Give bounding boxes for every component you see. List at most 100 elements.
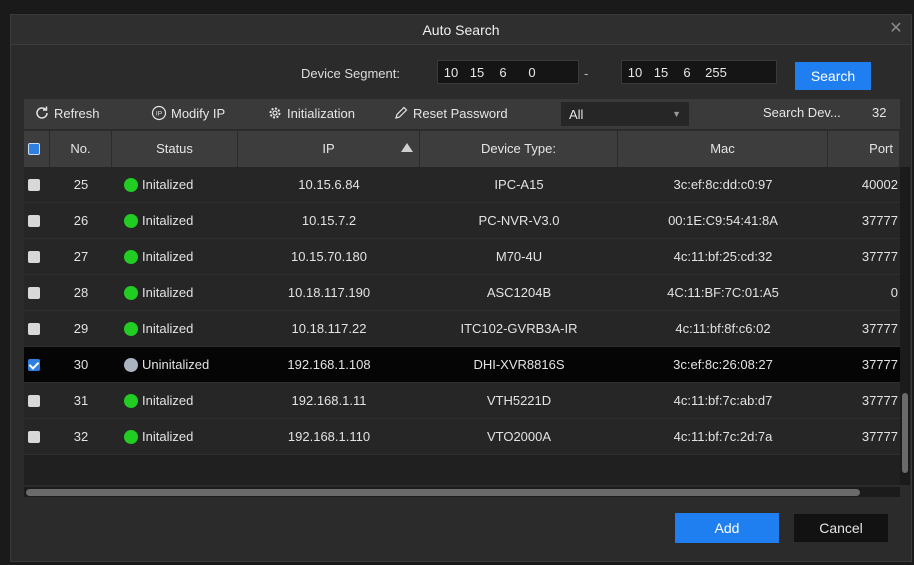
cell-status: Initalized <box>142 285 194 300</box>
cell-device-type: PC-NVR-V3.0 <box>478 213 560 228</box>
end-octet-3[interactable]: 6 <box>674 65 700 80</box>
cell-port: 37777 <box>861 321 898 336</box>
pencil-icon <box>395 106 408 119</box>
device-table: No. Status IP Device Type: Mac Port 25 In… <box>24 131 900 485</box>
row-checkbox[interactable] <box>28 251 40 263</box>
cell-port: 40002 <box>861 177 898 192</box>
refresh-icon <box>36 106 48 119</box>
auto-search-dialog: Auto Search ✕ Device Segment: 10 15 6 0 … <box>10 14 912 562</box>
row-checkbox[interactable] <box>28 359 40 371</box>
cell-status: Initalized <box>142 177 194 192</box>
initialization-button[interactable]: Initialization <box>267 105 355 121</box>
row-checkbox[interactable] <box>28 215 40 227</box>
end-octet-1[interactable]: 10 <box>622 65 648 80</box>
start-octet-2[interactable]: 15 <box>464 65 490 80</box>
device-segment-bar: Device Segment: 10 15 6 0 - 10 15 6 255 … <box>11 46 911 104</box>
row-checkbox[interactable] <box>28 179 40 191</box>
refresh-label: Refresh <box>54 105 100 121</box>
cell-ip: 10.15.6.84 <box>298 177 360 192</box>
row-checkbox[interactable] <box>28 395 40 407</box>
cell-device-type: DHI-XVR8816S <box>473 357 565 372</box>
table-row[interactable]: 29 Initalized 10.18.117.22 ITC102-GVRB3A-IR… <box>24 311 900 347</box>
reset-password-label: Reset Password <box>413 105 508 121</box>
table-row[interactable]: 30 Uninitalized 192.168.1.108 DHI-XVR8816S 3… <box>24 347 900 383</box>
segment-start-ip-input[interactable]: 10 15 6 0 <box>437 60 579 84</box>
segment-separator: - <box>584 66 589 81</box>
horizontal-scrollbar-thumb[interactable] <box>26 489 860 496</box>
vertical-scrollbar-thumb[interactable] <box>902 393 908 473</box>
column-header-mac[interactable]: Mac <box>618 131 828 167</box>
column-header-device-type[interactable]: Device Type: <box>420 131 618 167</box>
segment-end-ip-input[interactable]: 10 15 6 255 <box>621 60 777 84</box>
cell-device-type: M70-4U <box>495 249 543 264</box>
cell-no: 31 <box>73 393 89 408</box>
cell-mac: 4C:11:BF:7C:01:A5 <box>667 285 779 300</box>
status-indicator-icon <box>124 430 138 444</box>
filter-value: All <box>569 106 584 122</box>
close-icon[interactable]: ✕ <box>887 20 905 38</box>
cell-ip: 10.15.70.180 <box>291 249 367 264</box>
cell-status: Initalized <box>142 393 194 408</box>
end-octet-2[interactable]: 15 <box>648 65 674 80</box>
cell-device-type: ITC102-GVRB3A-IR <box>460 321 578 336</box>
sort-ascending-icon <box>401 143 413 152</box>
start-octet-1[interactable]: 10 <box>438 65 464 80</box>
cell-device-type: VTO2000A <box>486 429 552 444</box>
cell-mac: 00:1E:C9:54:41:8A <box>668 213 778 228</box>
column-header-port[interactable]: Port <box>828 131 900 167</box>
table-row[interactable]: 25 Initalized 10.15.6.84 IPC-A15 3c:ef:8c:dd… <box>24 167 900 203</box>
device-segment-label: Device Segment: <box>301 66 400 81</box>
cancel-button[interactable]: Cancel <box>793 513 889 543</box>
status-indicator-icon <box>124 286 138 300</box>
cell-port: 0 <box>890 285 898 300</box>
dialog-title: Auto Search <box>422 22 500 38</box>
row-checkbox[interactable] <box>28 287 40 299</box>
cell-port: 37777 <box>861 393 898 408</box>
cell-mac: 4c:11:bf:8f:c6:02 <box>675 321 771 336</box>
table-row[interactable]: 28 Initalized 10.18.117.190 ASC1204B 4C:11:B… <box>24 275 900 311</box>
status-indicator-icon <box>124 250 138 264</box>
cell-port: 37777 <box>861 249 898 264</box>
cell-no: 30 <box>73 357 89 372</box>
gear-icon <box>269 107 281 119</box>
add-button[interactable]: Add <box>675 513 779 543</box>
status-indicator-icon <box>124 394 138 408</box>
cell-ip: 10.18.117.190 <box>287 285 371 300</box>
start-octet-4[interactable]: 0 <box>516 65 548 80</box>
select-all-checkbox[interactable] <box>28 143 40 155</box>
cell-port: 37777 <box>861 429 898 444</box>
search-count-label: Search Dev... <box>763 105 841 120</box>
reset-password-button[interactable]: Reset Password <box>393 105 508 121</box>
horizontal-scrollbar[interactable] <box>24 487 900 497</box>
cell-status: Uninitalized <box>142 357 210 372</box>
column-header-ip[interactable]: IP <box>238 131 420 167</box>
start-octet-3[interactable]: 6 <box>490 65 516 80</box>
column-header-no[interactable]: No. <box>50 131 112 167</box>
cell-device-type: ASC1204B <box>486 285 552 300</box>
cell-status: Initalized <box>142 321 194 336</box>
cell-status: Initalized <box>142 249 194 264</box>
end-octet-4[interactable]: 255 <box>700 65 732 80</box>
row-checkbox[interactable] <box>28 323 40 335</box>
table-row[interactable]: 32 Initalized 192.168.1.110 VTO2000A 4c:11:b… <box>24 419 900 455</box>
cell-ip: 10.15.7.2 <box>301 213 357 228</box>
cell-ip: 192.168.1.11 <box>291 393 367 408</box>
status-filter-dropdown[interactable]: All ▼ <box>561 102 689 126</box>
column-header-status[interactable]: Status <box>112 131 238 167</box>
status-indicator-icon <box>124 214 138 228</box>
vertical-scrollbar[interactable] <box>900 167 910 485</box>
cell-mac: 4c:11:bf:7c:2d:7a <box>673 429 773 444</box>
title-bar[interactable]: Auto Search ✕ <box>11 15 911 45</box>
cell-mac: 3c:ef:8c:dd:c0:97 <box>673 177 773 192</box>
table-row[interactable]: 27 Initalized 10.15.70.180 M70-4U 4c:11:bf:2… <box>24 239 900 275</box>
table-row[interactable]: 31 Initalized 192.168.1.11 VTH5221D 4c:11:bf… <box>24 383 900 419</box>
cell-no: 32 <box>73 429 89 444</box>
table-row[interactable]: 26 Initalized 10.15.7.2 PC-NVR-V3.0 00:1E:C9… <box>24 203 900 239</box>
refresh-button[interactable]: Refresh <box>34 105 100 121</box>
row-checkbox[interactable] <box>28 431 40 443</box>
cell-mac: 4c:11:bf:25:cd:32 <box>673 249 773 264</box>
toolbar: Refresh IP Modify IP Initialization Rese… <box>24 99 900 129</box>
modify-ip-button[interactable]: IP Modify IP <box>151 105 225 121</box>
search-button[interactable]: Search <box>795 62 871 90</box>
cell-no: 27 <box>73 249 89 264</box>
